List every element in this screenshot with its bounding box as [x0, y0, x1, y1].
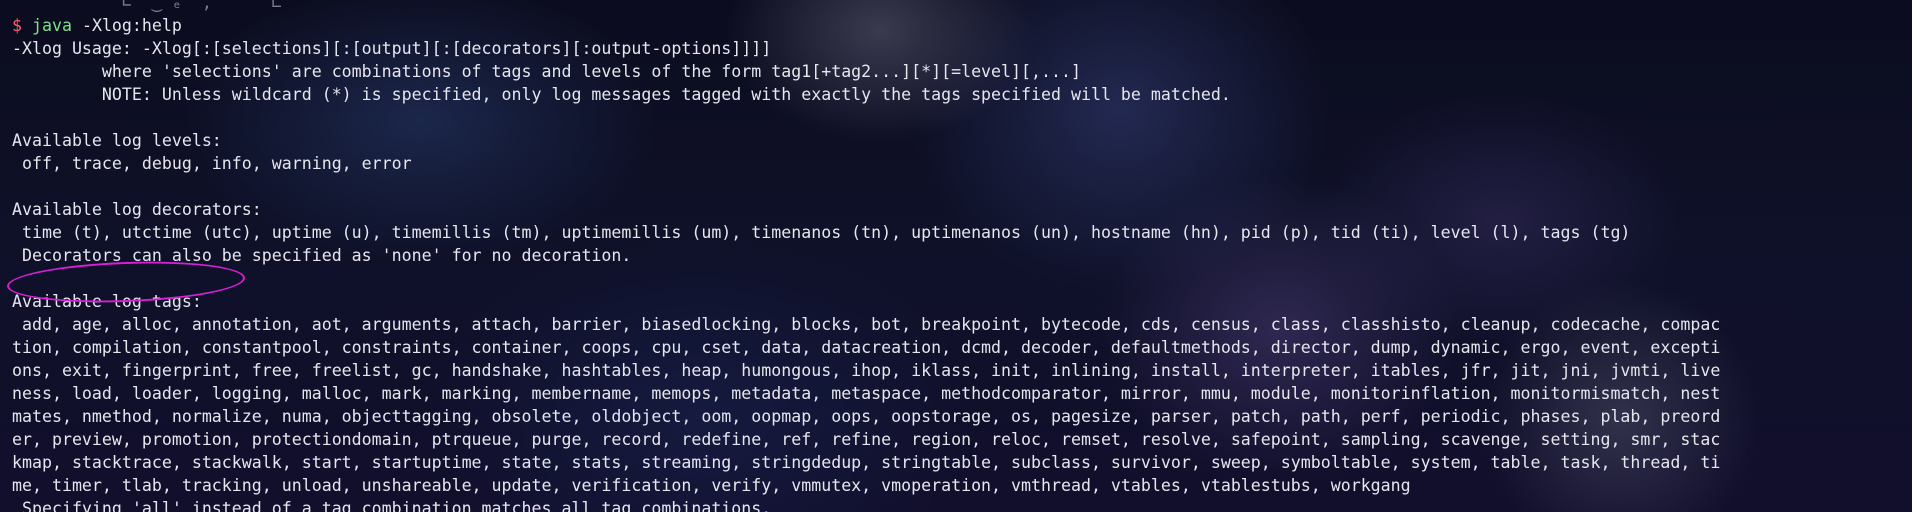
log-tags-line: er, preview, promotion, protectiondomain… — [12, 430, 1721, 449]
log-tags-line: ness, load, loader, logging, malloc, mar… — [12, 384, 1721, 403]
command-args: -Xlog:help — [71, 16, 182, 35]
log-levels-list: off, trace, debug, info, warning, error — [12, 154, 412, 173]
log-decorators-note: Decorators can also be specified as 'non… — [12, 246, 632, 265]
log-decorators-list: time (t), utctime (utc), uptime (u), tim… — [12, 223, 1631, 242]
log-levels-heading: Available log levels: — [12, 131, 222, 150]
log-tags-line: me, timer, tlab, tracking, unload, unsha… — [12, 476, 1411, 495]
usage-line: -Xlog Usage: -Xlog[:[selections][:[outpu… — [12, 39, 772, 58]
clipped-previous-line: ∟ ‿ ₑ , ⊏ — [12, 0, 282, 12]
prompt-symbol: $ — [12, 16, 22, 35]
log-decorators-heading: Available log decorators: — [12, 200, 262, 219]
usage-note-line: NOTE: Unless wildcard (*) is specified, … — [12, 85, 1231, 104]
log-tags-line: mates, nmethod, normalize, numa, objectt… — [12, 407, 1721, 426]
log-tags-line: add, age, alloc, annotation, aot, argume… — [12, 315, 1721, 334]
terminal-window[interactable]: ∟ ‿ ₑ , ⊏ $ java -Xlog:help -Xlog Usage:… — [0, 0, 1912, 512]
log-tags-line: kmap, stacktrace, stackwalk, start, star… — [12, 453, 1721, 472]
prompt-line: $ java -Xlog:help — [12, 14, 1912, 37]
log-tags-line: ons, exit, fingerprint, free, freelist, … — [12, 361, 1721, 380]
command-name: java — [32, 16, 72, 35]
log-tags-heading: Available log tags: — [12, 292, 202, 311]
terminal-output: ∟ ‿ ₑ , ⊏ $ java -Xlog:help -Xlog Usage:… — [12, 0, 1912, 512]
log-tags-all-note: Specifying 'all' instead of a tag combin… — [12, 499, 772, 512]
log-tags-line: tion, compilation, constantpool, constra… — [12, 338, 1721, 357]
usage-where-line: where 'selections' are combinations of t… — [12, 62, 1081, 81]
